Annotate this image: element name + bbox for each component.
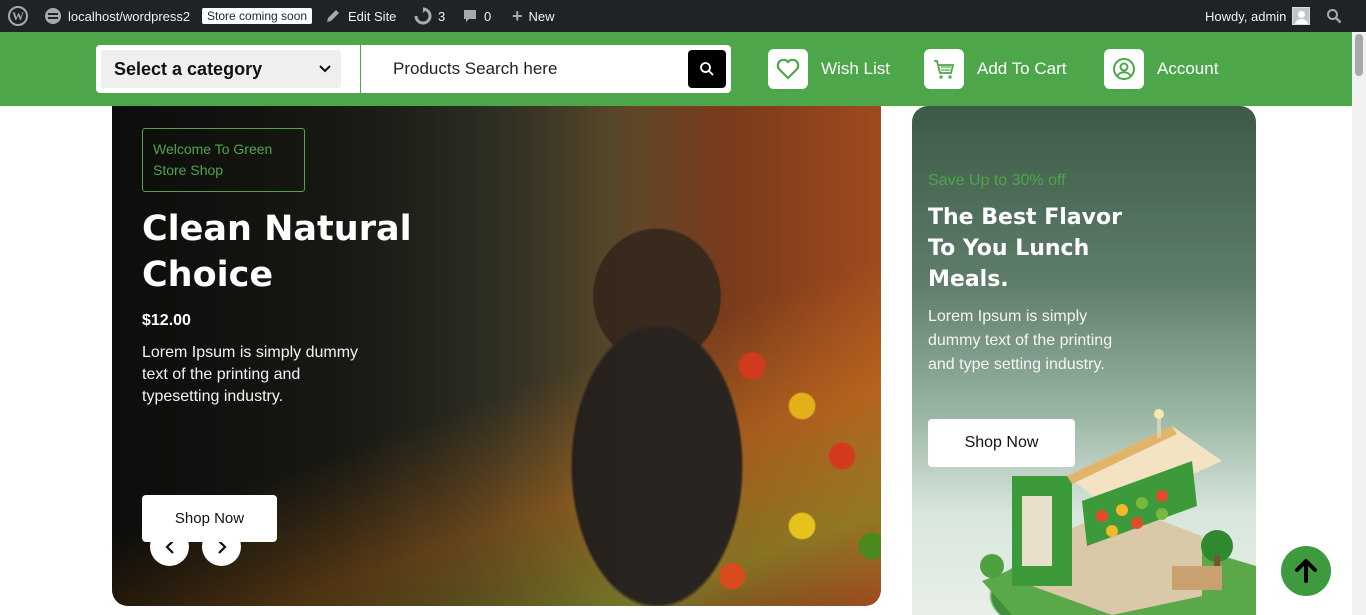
promo-banner: Save Up to 30% off The Best Flavor To Yo…: [912, 106, 1256, 615]
cart-label: Add To Cart: [977, 59, 1067, 78]
heart-icon: [768, 49, 808, 89]
plus-icon: +: [512, 5, 523, 26]
hero-shop-now-button[interactable]: Shop Now: [142, 495, 277, 542]
admin-search-button[interactable]: [1326, 0, 1342, 32]
promo-content: Save Up to 30% off The Best Flavor To Yo…: [928, 172, 1143, 377]
edit-site-label: Edit Site: [348, 8, 397, 24]
cart-link[interactable]: Add To Cart: [924, 49, 1066, 89]
promo-description: Lorem Ipsum is simply dummy text of the …: [928, 308, 1113, 373]
hero-slider: Welcome To Green Store Shop Clean Natura…: [112, 106, 881, 606]
comment-icon: [464, 10, 476, 22]
pencil-icon: [327, 10, 339, 22]
comments-link[interactable]: 0: [462, 0, 491, 32]
search-button[interactable]: [688, 50, 726, 88]
user-icon: [1104, 49, 1144, 89]
new-label: New: [528, 8, 555, 24]
category-select[interactable]: Select a category: [101, 50, 341, 88]
category-select-value: Select a category: [114, 58, 263, 79]
home-dashboard-icon: [45, 8, 61, 24]
store-status-badge[interactable]: Store coming soon: [202, 0, 313, 32]
updates-link[interactable]: 3: [414, 0, 445, 32]
arrow-up-icon: [1295, 559, 1317, 583]
wishlist-label: Wish List: [821, 59, 890, 78]
updates-count: 3: [438, 8, 446, 24]
wp-admin-bar: W localhost/wordpress2 Store coming soon…: [0, 0, 1366, 32]
refresh-icon: [414, 7, 432, 25]
product-search-input[interactable]: [393, 45, 673, 93]
hero-title: Clean Natural Choice: [142, 209, 412, 295]
chevron-down-icon: [319, 65, 331, 73]
edit-site-link[interactable]: Edit Site: [324, 0, 396, 32]
site-name-link[interactable]: localhost/wordpress2: [44, 0, 190, 32]
new-content-link[interactable]: + New: [512, 0, 555, 32]
search-divider: [360, 45, 361, 93]
search-icon: [1327, 9, 1342, 24]
page-scrollbar[interactable]: [1352, 32, 1366, 615]
promo-shop-now-button[interactable]: Shop Now: [928, 419, 1075, 467]
wordpress-logo-icon[interactable]: W: [8, 0, 28, 32]
back-to-top-button[interactable]: [1281, 546, 1331, 596]
search-icon: [700, 62, 714, 76]
site-header: Select a category Wish List Add To Cart …: [0, 32, 1366, 106]
welcome-tag: Welcome To Green Store Shop: [142, 128, 305, 192]
account-link[interactable]: Account: [1104, 49, 1218, 89]
hero-price: $12.00: [142, 312, 191, 329]
promo-title: The Best Flavor To You Lunch Meals.: [928, 205, 1122, 292]
howdy-label: Howdy, admin: [1205, 8, 1287, 24]
avatar: [1292, 7, 1311, 25]
scrollbar-thumb[interactable]: [1355, 34, 1363, 76]
product-search-form: Select a category: [96, 45, 731, 93]
comments-count: 0: [484, 8, 492, 24]
site-url-label: localhost/wordpress2: [68, 8, 191, 24]
account-label: Account: [1157, 59, 1219, 78]
shopping-cart-icon: [924, 49, 964, 89]
hero-description: Lorem Ipsum is simply dummy text of the …: [142, 344, 359, 405]
my-account-link[interactable]: Howdy, admin: [1205, 0, 1311, 32]
hero-content: Welcome To Green Store Shop Clean Natura…: [142, 128, 422, 408]
promo-kicker: Save Up to 30% off: [928, 172, 1066, 189]
wishlist-link[interactable]: Wish List: [768, 49, 890, 89]
